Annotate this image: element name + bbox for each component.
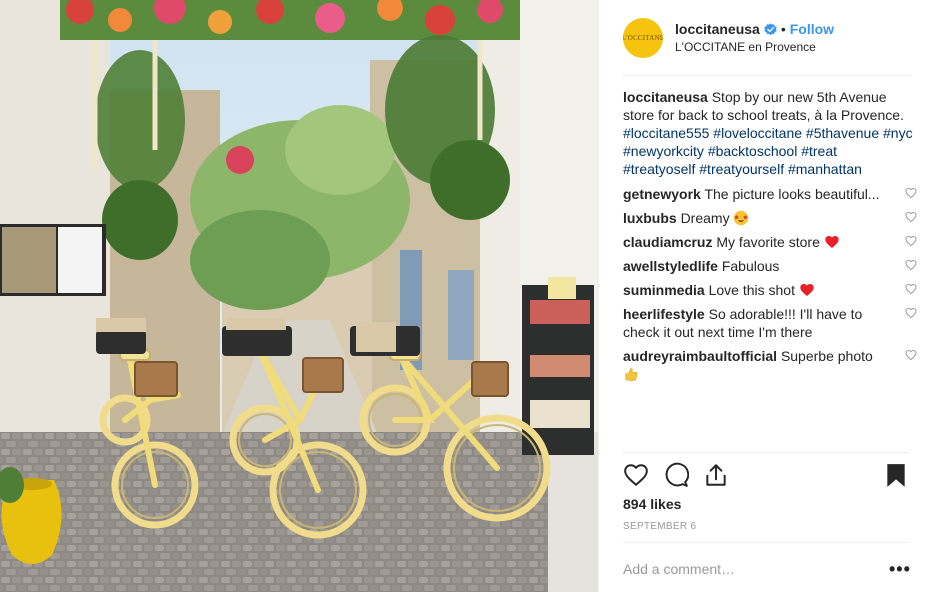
author-username[interactable]: loccitaneusa: [675, 20, 760, 38]
comment-item: awellstyledlife Fabulous: [623, 257, 917, 275]
avatar[interactable]: L'OCCITANE: [623, 18, 663, 58]
caption-hashtags: #loccitane555 #loveloccitane #5thavenue …: [623, 125, 913, 177]
caption-username[interactable]: loccitaneusa: [623, 89, 708, 105]
follow-button[interactable]: Follow: [790, 20, 834, 38]
hashtag-link[interactable]: #treat: [801, 143, 837, 159]
header-row: loccitaneusa • Follow: [675, 20, 834, 38]
red-heart-emoji: [800, 284, 814, 296]
comment-item: claudiamcruz My favorite store: [623, 233, 917, 251]
like-comment-heart-icon[interactable]: [905, 349, 917, 361]
verified-badge-icon: [764, 22, 777, 35]
hashtag-link[interactable]: #newyorkcity: [623, 143, 704, 159]
separator-dot: •: [780, 21, 786, 37]
like-comment-heart-icon[interactable]: [905, 235, 917, 247]
star-struck-emoji: [734, 210, 749, 226]
comment-text: My favorite store: [716, 234, 820, 250]
comment-text: Dreamy: [680, 210, 730, 226]
comment-text: The picture looks beautiful...: [704, 186, 880, 202]
comment-username[interactable]: luxbubs: [623, 210, 677, 226]
hashtag-link[interactable]: #treatyoself: [623, 161, 695, 177]
more-options-button[interactable]: •••: [889, 560, 910, 578]
comment-icon[interactable]: [663, 462, 689, 488]
like-comment-heart-icon[interactable]: [905, 211, 917, 223]
comment-text: Love this shot: [708, 282, 795, 298]
comment-text: Fabulous: [721, 258, 780, 274]
comment-item: suminmedia Love this shot: [623, 281, 917, 299]
comment-text: Superbe photo: [780, 348, 873, 364]
post-header: L'OCCITANE loccitaneusa • Follow L'OCCIT…: [599, 0, 931, 76]
comment-item: getnewyork The picture looks beautiful..…: [623, 185, 917, 203]
heart-icon[interactable]: [623, 462, 649, 488]
comment-username[interactable]: audreyraimbaultofficial: [623, 348, 777, 364]
comment-username[interactable]: suminmedia: [623, 282, 705, 298]
comment-username[interactable]: heerlifestyle: [623, 306, 705, 322]
comment-box-divider: [623, 542, 909, 543]
red-heart-emoji: [825, 236, 839, 248]
comment-username[interactable]: getnewyork: [623, 186, 701, 202]
post-side-panel: L'OCCITANE loccitaneusa • Follow L'OCCIT…: [598, 0, 931, 592]
comment-item: audreyraimbaultofficial Superbe photo: [623, 347, 917, 383]
hashtag-link[interactable]: #manhattan: [788, 161, 862, 177]
instagram-post: L'OCCITANE loccitaneusa • Follow L'OCCIT…: [0, 0, 931, 592]
add-comment-bar: •••: [623, 554, 910, 584]
like-comment-heart-icon[interactable]: [905, 187, 917, 199]
hashtag-link[interactable]: #treatyourself: [699, 161, 784, 177]
hashtag-link[interactable]: #backtoschool: [708, 143, 798, 159]
post-actions: [623, 462, 909, 490]
comment-input[interactable]: [623, 561, 889, 577]
hashtag-link[interactable]: #5thavenue: [806, 125, 879, 141]
comments-list: loccitaneusa Stop by our new 5th Avenue …: [623, 88, 917, 389]
hashtag-link[interactable]: #loveloccitane: [713, 125, 802, 141]
like-comment-heart-icon[interactable]: [905, 259, 917, 271]
like-comment-heart-icon[interactable]: [905, 283, 917, 295]
avatar-logo-text: L'OCCITANE: [623, 34, 663, 42]
hashtag-link[interactable]: #loccitane555: [623, 125, 709, 141]
comment-username[interactable]: awellstyledlife: [623, 258, 718, 274]
hashtag-link[interactable]: #nyc: [883, 125, 913, 141]
actions-divider: [623, 452, 909, 453]
comment-item: luxbubs Dreamy: [623, 209, 917, 227]
comment-item: heerlifestyle So adorable!!! I'll have t…: [623, 305, 917, 341]
store-scene-illustration: [0, 0, 598, 592]
header-text: loccitaneusa • Follow L'OCCITANE en Prov…: [675, 20, 834, 56]
header-divider: [623, 75, 910, 76]
post-date[interactable]: SEPTEMBER 6: [623, 521, 696, 532]
post-caption: loccitaneusa Stop by our new 5th Avenue …: [623, 88, 913, 178]
post-photo[interactable]: [0, 0, 598, 592]
likes-count[interactable]: 894 likes: [623, 496, 681, 512]
thumbs-up-emoji: [625, 368, 638, 381]
like-comment-heart-icon[interactable]: [905, 307, 917, 319]
share-icon[interactable]: [703, 462, 729, 488]
post-location[interactable]: L'OCCITANE en Provence: [675, 38, 834, 56]
bookmark-icon[interactable]: [883, 462, 909, 488]
comment-username[interactable]: claudiamcruz: [623, 234, 712, 250]
